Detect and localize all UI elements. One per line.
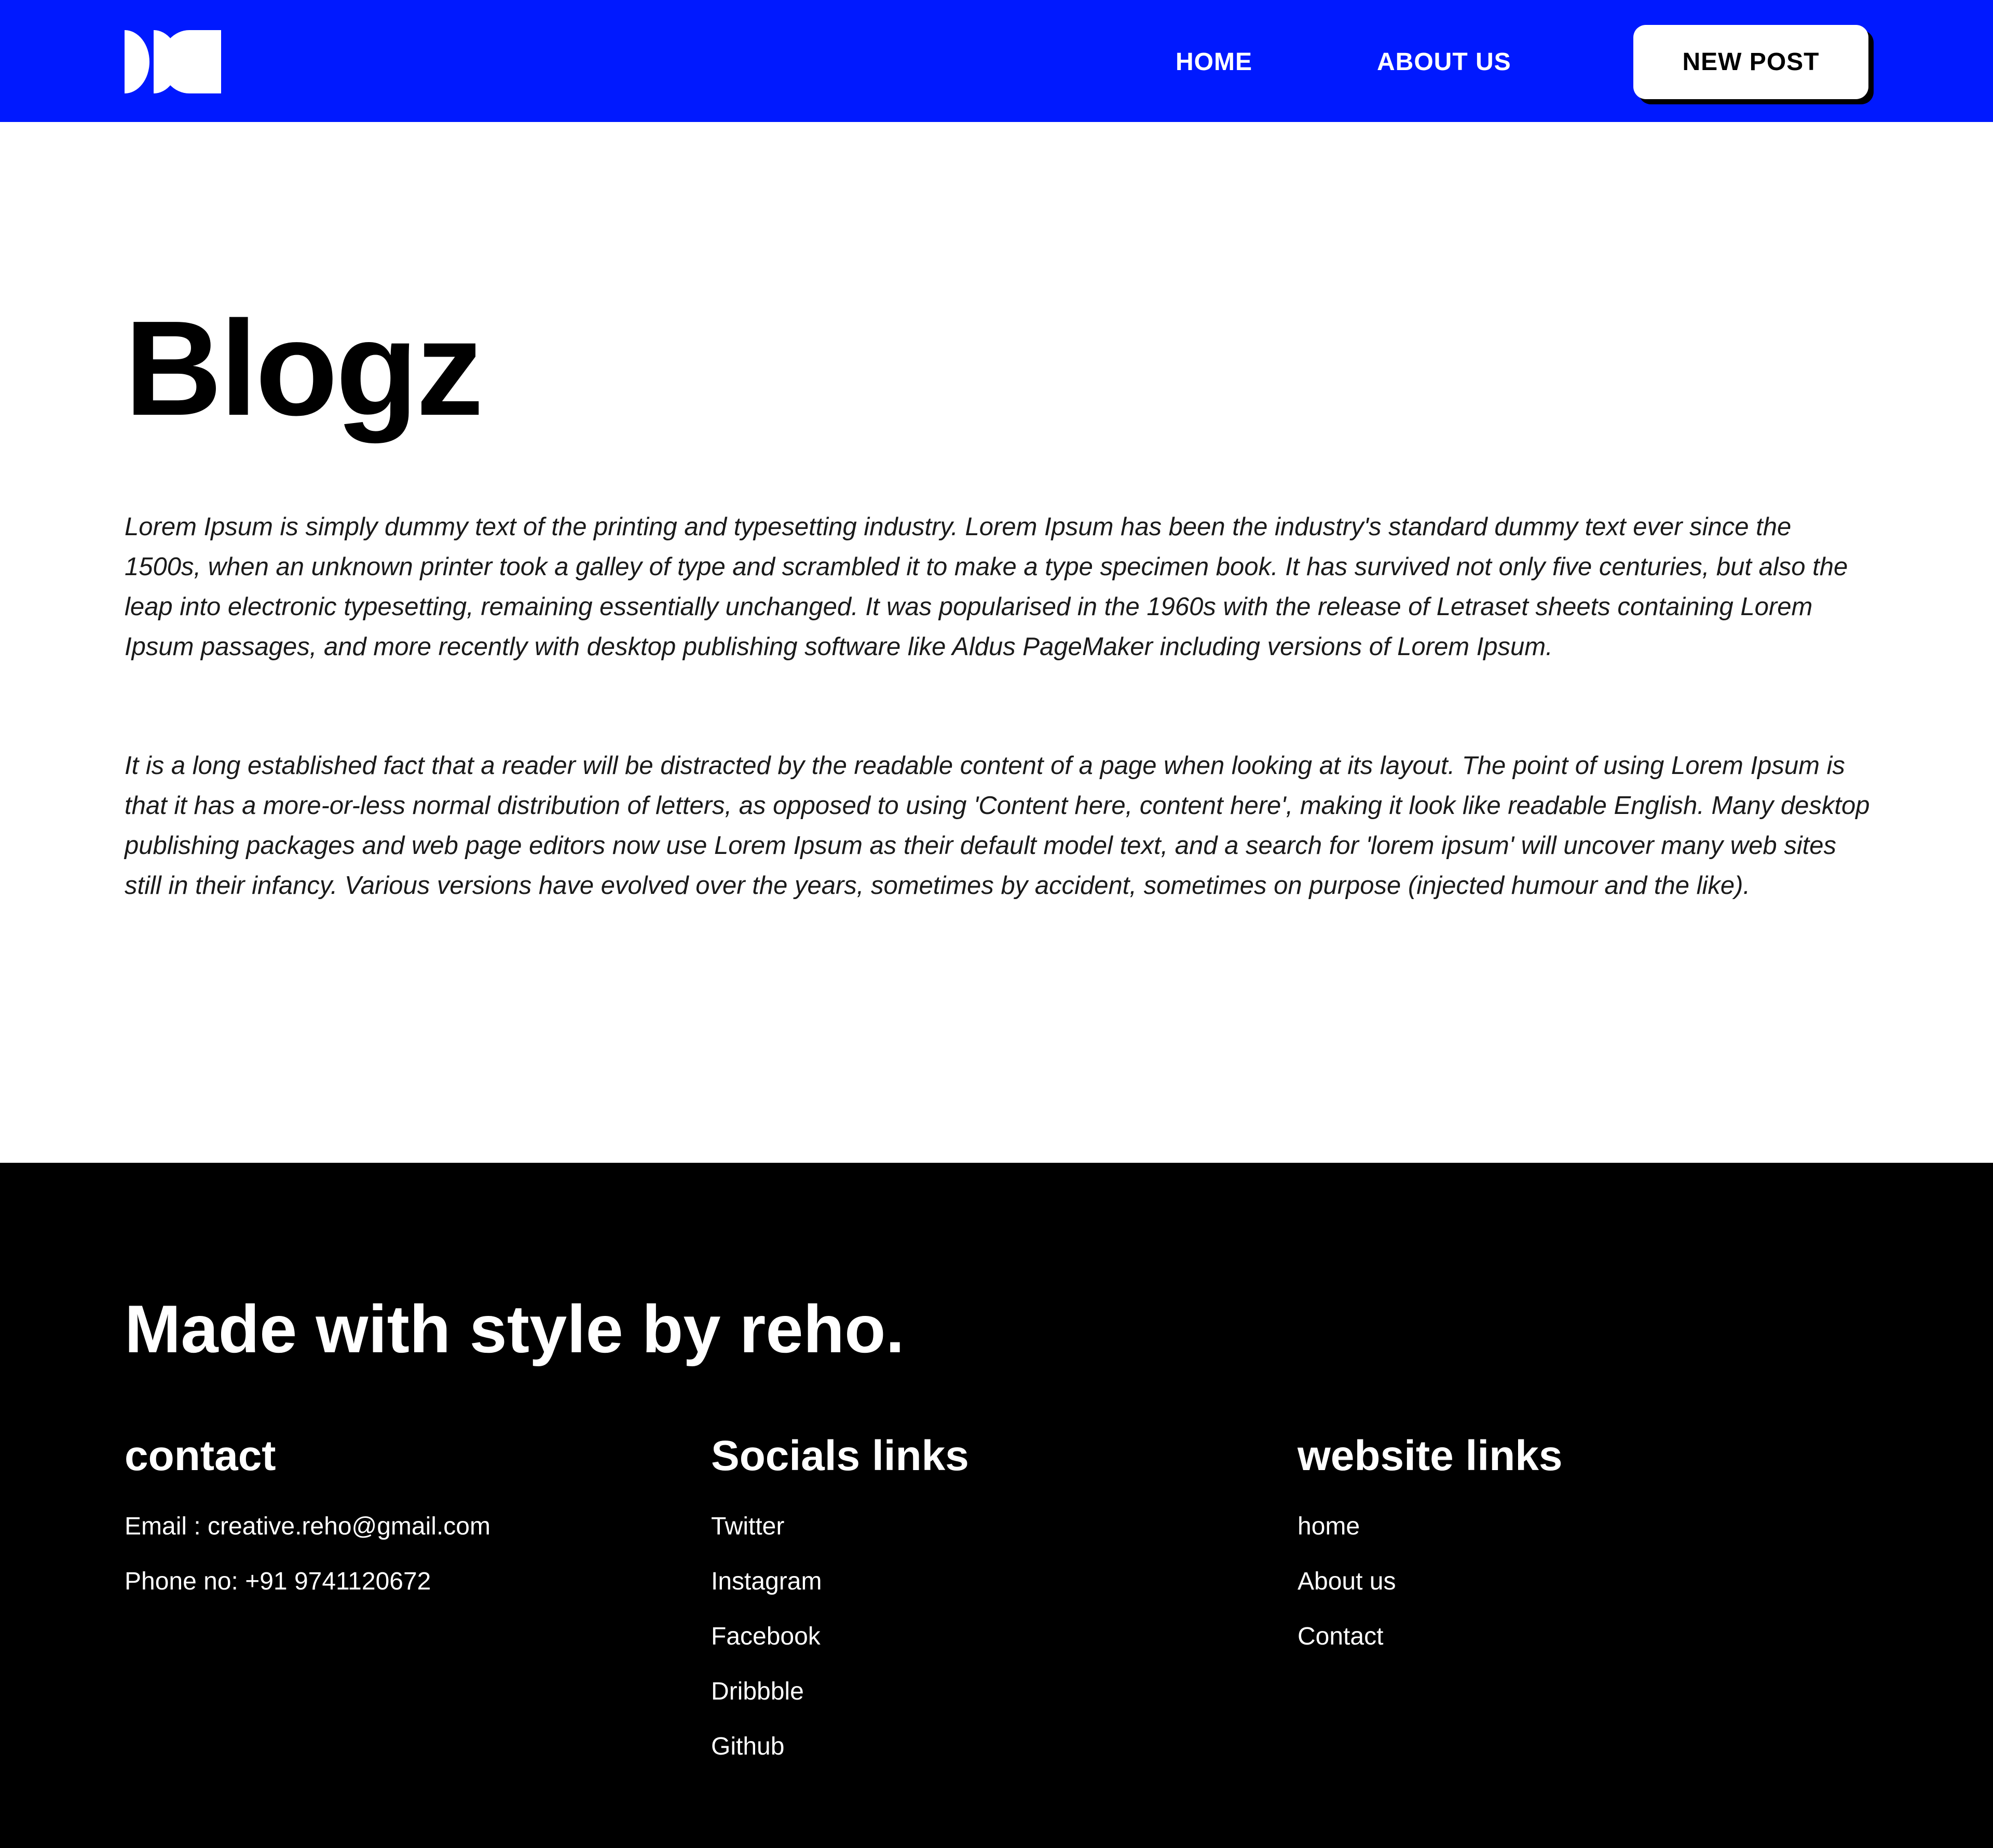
nav-home-link[interactable]: HOME	[1176, 47, 1252, 78]
logo-shapes	[125, 30, 221, 93]
footer-link-home[interactable]: home	[1298, 1513, 1360, 1540]
contact-list: Email : creative.reho@gmail.com Phone no…	[125, 1499, 670, 1609]
social-link-github[interactable]: Github	[711, 1733, 784, 1760]
social-link-instagram[interactable]: Instagram	[711, 1568, 822, 1595]
footer-link-contact[interactable]: Contact	[1298, 1623, 1383, 1650]
brand-logo-icon[interactable]	[125, 30, 221, 93]
contact-email: Email : creative.reho@gmail.com	[125, 1513, 490, 1540]
page-title: Blogz	[125, 293, 484, 444]
footer-link-about-us[interactable]: About us	[1298, 1568, 1396, 1595]
footer-contact-heading: contact	[125, 1432, 276, 1479]
social-link-facebook[interactable]: Facebook	[711, 1623, 821, 1650]
body-paragraph: Lorem Ipsum is simply dummy text of the …	[125, 513, 1848, 661]
nav-about-link[interactable]: ABOUT US	[1377, 47, 1511, 78]
social-link-twitter[interactable]: Twitter	[711, 1513, 784, 1540]
socials-list: Twitter Instagram Facebook Dribbble Gith…	[711, 1499, 1256, 1774]
footer-socials-heading: Socials links	[711, 1432, 969, 1479]
site-header: HOME ABOUT US NEW POST	[0, 0, 1993, 122]
website-links-list: home About us Contact	[1298, 1499, 1842, 1664]
footer-tagline: Made with style by reho.	[125, 1291, 905, 1367]
footer-website-heading: website links	[1298, 1432, 1563, 1479]
contact-phone: Phone no: +91 9741120672	[125, 1568, 431, 1595]
new-post-button[interactable]: NEW POST	[1633, 25, 1868, 99]
footer-socials-column: Socials links Twitter Instagram Facebook…	[711, 1428, 1256, 1774]
footer-website-column: website links home About us Contact	[1298, 1428, 1842, 1664]
body-paragraph: It is a long established fact that a rea…	[125, 752, 1870, 900]
site-footer: Made with style by reho. contact Email :…	[0, 1163, 1993, 1848]
footer-contact-column: contact Email : creative.reho@gmail.com …	[125, 1428, 670, 1609]
social-link-dribbble[interactable]: Dribbble	[711, 1678, 804, 1705]
